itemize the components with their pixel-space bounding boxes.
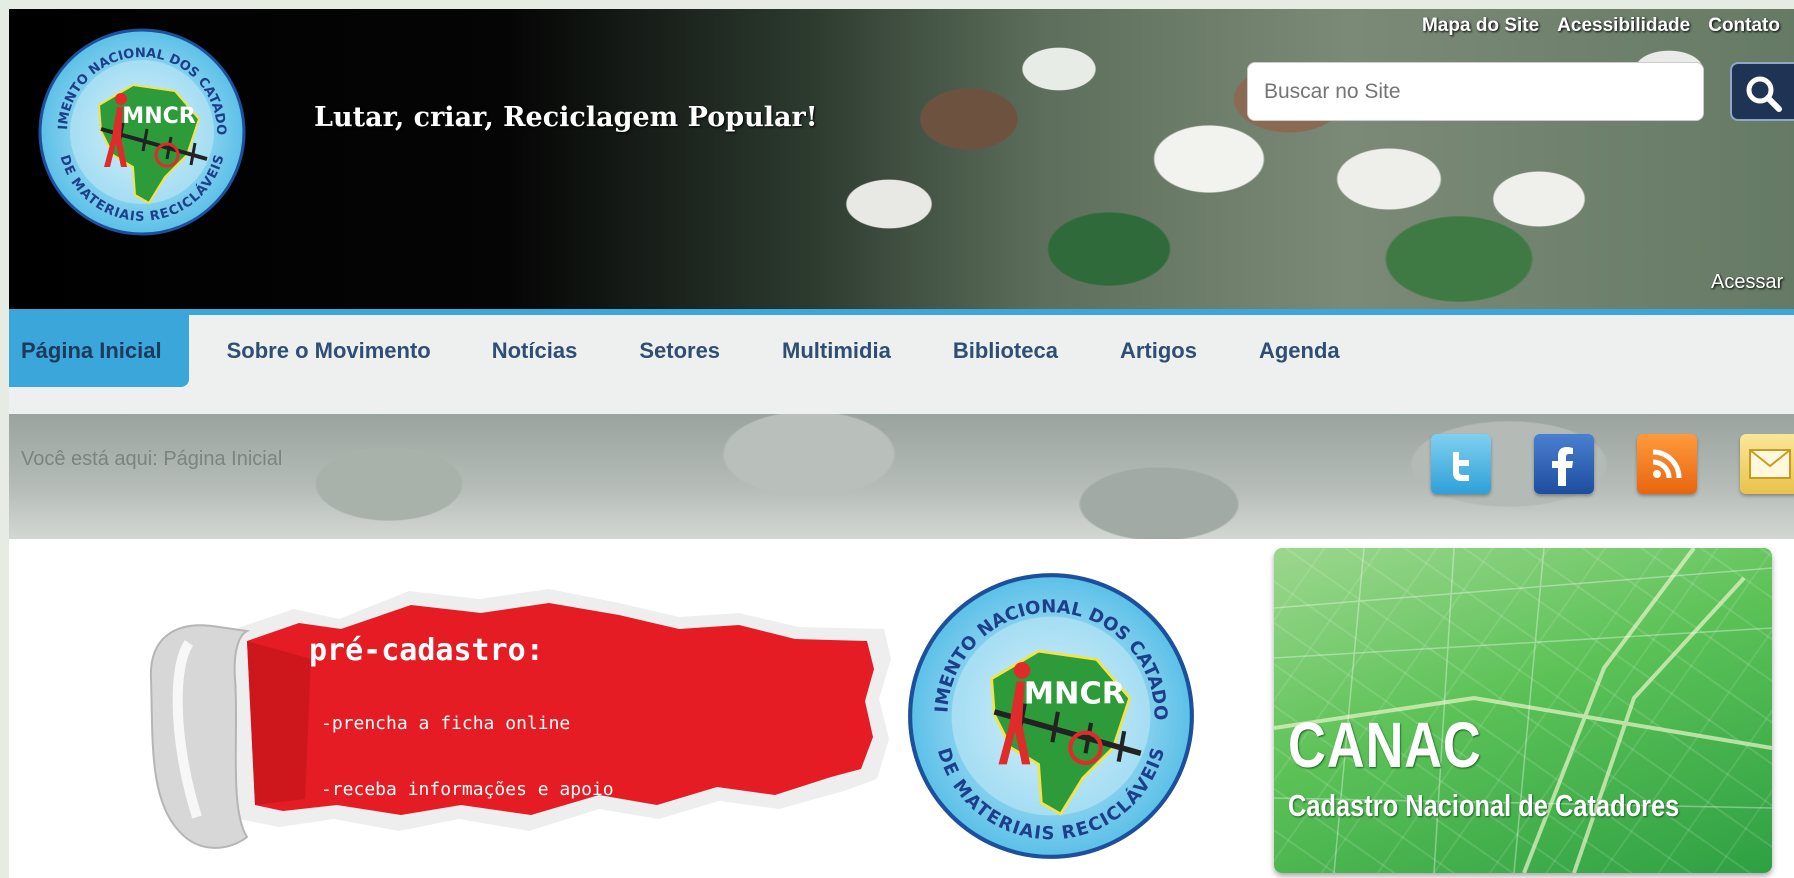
pre-registration-line: -receba informações e apoio [321,779,614,800]
nav-item-home[interactable]: Página Inicial [9,315,189,387]
email-button[interactable] [1740,434,1794,494]
pre-registration-line: -conheça e filie-se ao MNCR [321,845,614,866]
canac-subtitle: Cadastro Nacional de Catadores [1288,788,1680,823]
search-input[interactable] [1248,63,1703,120]
canac-title: CANAC [1288,709,1482,781]
search-box [1247,62,1704,121]
twitter-icon [1453,452,1469,481]
facebook-button[interactable] [1534,434,1594,494]
search-icon [1746,76,1782,112]
contact-link[interactable]: Contato [1708,15,1780,37]
pre-registration-banner[interactable]: pré-cadastro: -prencha a ficha online -r… [79,569,899,869]
accessibility-link[interactable]: Acessibilidade [1557,15,1690,37]
top-links: Mapa do Site Acessibilidade Contato [1422,15,1780,37]
main-nav: Página Inicial Sobre o Movimento Notícia… [9,309,1794,414]
mncr-logo-large[interactable]: MOVIMENTO NACIONAL DOS CATADORES DE MATE… [897,555,1196,861]
nav-item-library[interactable]: Biblioteca [922,315,1089,387]
nav-item-about[interactable]: Sobre o Movimento [189,315,461,387]
rss-button[interactable] [1637,434,1697,494]
nav-item-multimedia[interactable]: Multimidia [751,315,922,387]
header: MOVIMENTO NACIONAL DOS CATADORES DE MATE… [9,9,1794,309]
svg-text:MNCR: MNCR [1024,677,1125,712]
canac-banner[interactable]: CANAC Cadastro Nacional de Catadores [1274,548,1772,873]
page: MOVIMENTO NACIONAL DOS CATADORES DE MATE… [9,9,1794,878]
nav-item-sectors[interactable]: Setores [608,315,751,387]
site-map-link[interactable]: Mapa do Site [1422,15,1539,37]
mncr-logo[interactable]: MOVIMENTO NACIONAL DOS CATADORES DE MATE… [31,16,247,237]
social-links [1431,434,1794,494]
svg-text:MNCR: MNCR [122,104,195,129]
email-icon [1749,449,1791,479]
breadcrumb-band: Você está aqui: Página Inicial [9,414,1794,539]
banner-area: pré-cadastro: -prencha a ficha online -r… [9,539,1794,878]
pre-registration-lines: -prencha a ficha online -receba informaç… [321,669,614,878]
breadcrumb: Você está aqui: Página Inicial [21,448,283,470]
access-link[interactable]: Acessar [1711,271,1783,294]
rss-icon [1652,449,1682,479]
nav-item-articles[interactable]: Artigos [1089,315,1228,387]
nav-item-news[interactable]: Notícias [461,315,609,387]
pre-registration-line: -prencha a ficha online [321,713,571,734]
twitter-button[interactable] [1431,434,1491,494]
search-button[interactable] [1730,62,1794,121]
site-tagline: Lutar, criar, Reciclagem Popular! [314,102,818,133]
pre-registration-title: pré-cadastro: [309,633,544,668]
facebook-icon [1552,447,1573,486]
nav-item-agenda[interactable]: Agenda [1228,315,1371,387]
